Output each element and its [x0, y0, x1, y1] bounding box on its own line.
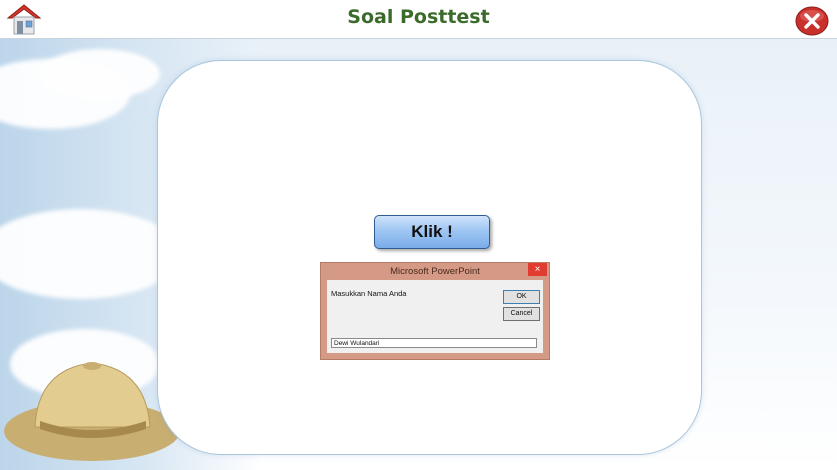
close-button[interactable]: [795, 6, 829, 36]
klik-button[interactable]: Klik !: [374, 215, 490, 249]
red-x-circle-icon: [795, 6, 829, 36]
dialog-title: Microsoft PowerPoint: [390, 266, 480, 277]
slide-stage: Klik ! Microsoft PowerPoint × Masukkan N…: [0, 39, 837, 470]
dialog-close-button[interactable]: ×: [528, 263, 547, 276]
page-title: Soal Posttest: [347, 6, 490, 28]
ok-button[interactable]: OK: [503, 290, 540, 304]
dialog-prompt: Masukkan Nama Anda: [331, 289, 407, 298]
content-card: [157, 60, 702, 455]
input-dialog: Microsoft PowerPoint × Masukkan Nama And…: [320, 262, 550, 360]
cancel-button[interactable]: Cancel: [503, 307, 540, 321]
cloud: [40, 49, 160, 99]
name-input[interactable]: Dewi Wulandari: [331, 338, 537, 348]
dialog-body: Masukkan Nama Anda OK Cancel Dewi Wuland…: [327, 280, 543, 353]
top-bar: Soal Posttest: [0, 0, 837, 39]
